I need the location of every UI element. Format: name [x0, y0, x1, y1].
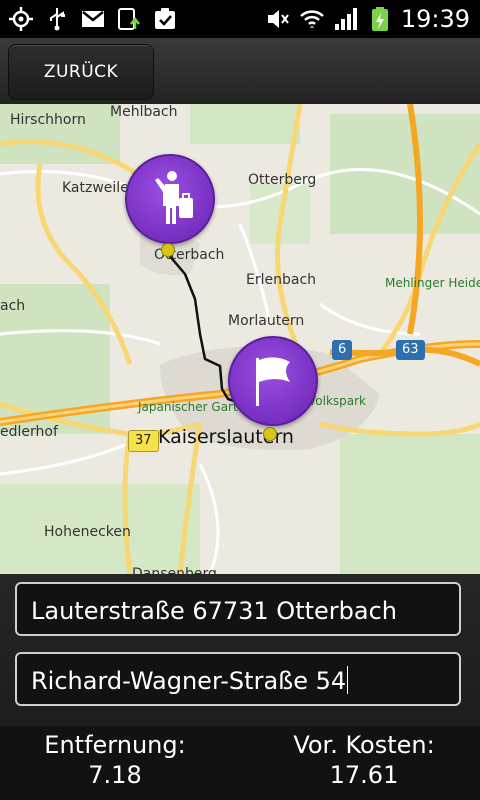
- text-cursor: [347, 666, 349, 694]
- gps-icon: [9, 7, 33, 31]
- trip-summary: Entfernung: 7.18 Vor. Kosten: 17.61: [0, 726, 480, 800]
- battery-icon: [371, 7, 388, 31]
- map-label-katzweiler: Katzweiler: [62, 180, 135, 196]
- status-clock: 19:39: [400, 5, 470, 33]
- action-bar: ZURÜCK: [0, 38, 480, 104]
- map-view[interactable]: Hirschhorn Mehlbach Katzweiler Otterberg…: [0, 104, 480, 574]
- start-point: [161, 243, 175, 257]
- distance-value: 7.18: [88, 761, 142, 789]
- status-right-icons: 19:39: [265, 6, 470, 32]
- usb-icon: [50, 8, 65, 31]
- map-label-edlerhof: edlerhof: [0, 424, 58, 440]
- destination-point: [263, 427, 277, 441]
- map-label-volkspark: Volkspark: [308, 394, 367, 408]
- map-label-otterberg: Otterberg: [248, 172, 317, 188]
- map-label-dansenberg: Dansenberg: [132, 566, 217, 574]
- map-label-mehlbach: Mehlbach: [110, 104, 178, 120]
- map-label-mehlinger-heide: Mehlinger Heide: [385, 276, 480, 290]
- status-bar: 19:39: [0, 0, 480, 38]
- origin-address-text: Lauterstraße 67731 Otterbach: [31, 597, 397, 625]
- cost-stat: Vor. Kosten: 17.61: [264, 730, 464, 790]
- distance-stat: Entfernung: 7.18: [15, 730, 215, 790]
- back-button[interactable]: ZURÜCK: [8, 44, 154, 100]
- flag-icon: [256, 357, 290, 406]
- distance-label: Entfernung:: [44, 731, 186, 759]
- mute-icon: [267, 10, 289, 28]
- traveler-with-luggage-icon: [155, 171, 193, 224]
- gmail-icon: [82, 11, 104, 27]
- map-label-ach: ach: [0, 298, 26, 314]
- destination-address-text: Richard-Wagner-Straße 54: [31, 667, 347, 695]
- destination-pin[interactable]: [228, 336, 318, 426]
- signal-icon: [334, 8, 357, 30]
- map-label-hohenecken: Hohenecken: [44, 524, 131, 540]
- address-panel: Lauterstraße 67731 Otterbach Richard-Wag…: [0, 574, 480, 726]
- status-left-icons: [8, 6, 178, 32]
- destination-address-input[interactable]: Richard-Wagner-Straße 54: [15, 652, 461, 706]
- task-icon: [155, 8, 175, 29]
- sync-icon: [118, 8, 140, 30]
- origin-address-input[interactable]: Lauterstraße 67731 Otterbach: [15, 582, 461, 636]
- map-label-hirschhorn: Hirschhorn: [10, 112, 86, 128]
- map-label-erlenbach: Erlenbach: [246, 272, 317, 288]
- road-badge-a63: 63: [396, 340, 425, 360]
- wifi-icon: [299, 10, 324, 28]
- cost-value: 17.61: [329, 761, 399, 789]
- start-pin[interactable]: [125, 154, 215, 244]
- road-badge-a6: 6: [332, 340, 353, 360]
- cost-label: Vor. Kosten:: [293, 731, 435, 759]
- map-label-morlautern: Morlautern: [228, 313, 305, 329]
- road-badge-b37: 37: [128, 430, 159, 452]
